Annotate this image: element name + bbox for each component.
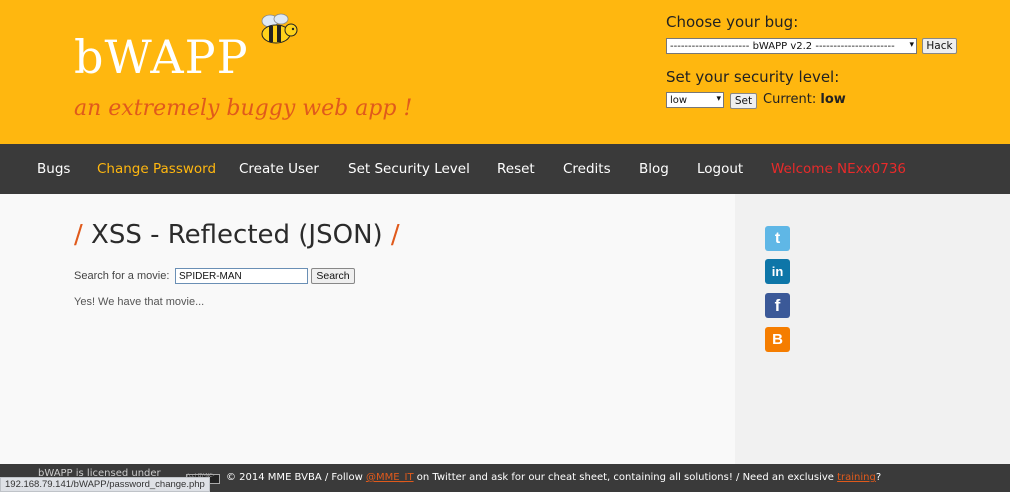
page-title: / XSS - Reflected (JSON) / (74, 220, 400, 250)
current-security-level: Current: low (763, 92, 846, 107)
nav-item-set-security-level[interactable]: Set Security Level (348, 161, 470, 177)
security-level-select[interactable]: low ▾ (666, 92, 724, 108)
browser-status-bar: 192.168.79.141/bWAPP/password_change.php (0, 477, 210, 492)
bee-icon (261, 13, 298, 44)
nav-item-blog[interactable]: Blog (639, 161, 669, 177)
choose-bug-label: Choose your bug: (666, 13, 799, 31)
security-select-value: low (670, 94, 688, 106)
current-label: Current: (763, 92, 817, 107)
search-button[interactable]: Search (311, 268, 355, 284)
security-level-label: Set your security level: (666, 68, 840, 86)
footer-text: © 2014 MME BVBA / Follow @MME_IT on Twit… (226, 472, 882, 483)
chevron-down-icon: ▾ (909, 40, 914, 50)
twitter-icon[interactable]: t (765, 226, 790, 251)
search-result: Yes! We have that movie... (74, 296, 205, 308)
nav-item-credits[interactable]: Credits (563, 161, 611, 177)
logo[interactable]: bWAPP (74, 30, 249, 84)
hack-button[interactable]: Hack (922, 38, 957, 54)
nav-item-create-user[interactable]: Create User (239, 161, 319, 177)
blogger-icon[interactable]: B (765, 327, 790, 352)
nav-item-change-password[interactable]: Change Password (97, 161, 216, 177)
nav-item-logout[interactable]: Logout (697, 161, 743, 177)
nav-item-welcome-user: Welcome NExx0736 (771, 161, 907, 177)
page-title-text: XSS - Reflected (JSON) (91, 220, 383, 250)
nav-item-reset[interactable]: Reset (497, 161, 535, 177)
tagline: an extremely buggy web app ! (74, 96, 413, 121)
header: bWAPP an extremely buggy web app ! Choos… (0, 0, 1010, 144)
main-nav: Bugs Change Password Create User Set Sec… (0, 144, 1010, 194)
bug-select[interactable]: ---------------------- bWAPP v2.2 ------… (666, 38, 917, 54)
twitter-link[interactable]: @MME_IT (366, 472, 414, 483)
linkedin-icon[interactable]: in (765, 259, 790, 284)
search-label: Search for a movie: (74, 270, 170, 282)
facebook-icon[interactable]: f (765, 293, 790, 318)
chevron-down-icon: ▾ (716, 94, 721, 104)
training-link[interactable]: training (837, 472, 876, 483)
search-input[interactable]: SPIDER-MAN (175, 268, 308, 284)
bug-select-value: ---------------------- bWAPP v2.2 ------… (670, 40, 895, 52)
set-button[interactable]: Set (730, 93, 757, 109)
nav-item-bugs[interactable]: Bugs (37, 161, 70, 177)
current-value: low (820, 92, 846, 107)
